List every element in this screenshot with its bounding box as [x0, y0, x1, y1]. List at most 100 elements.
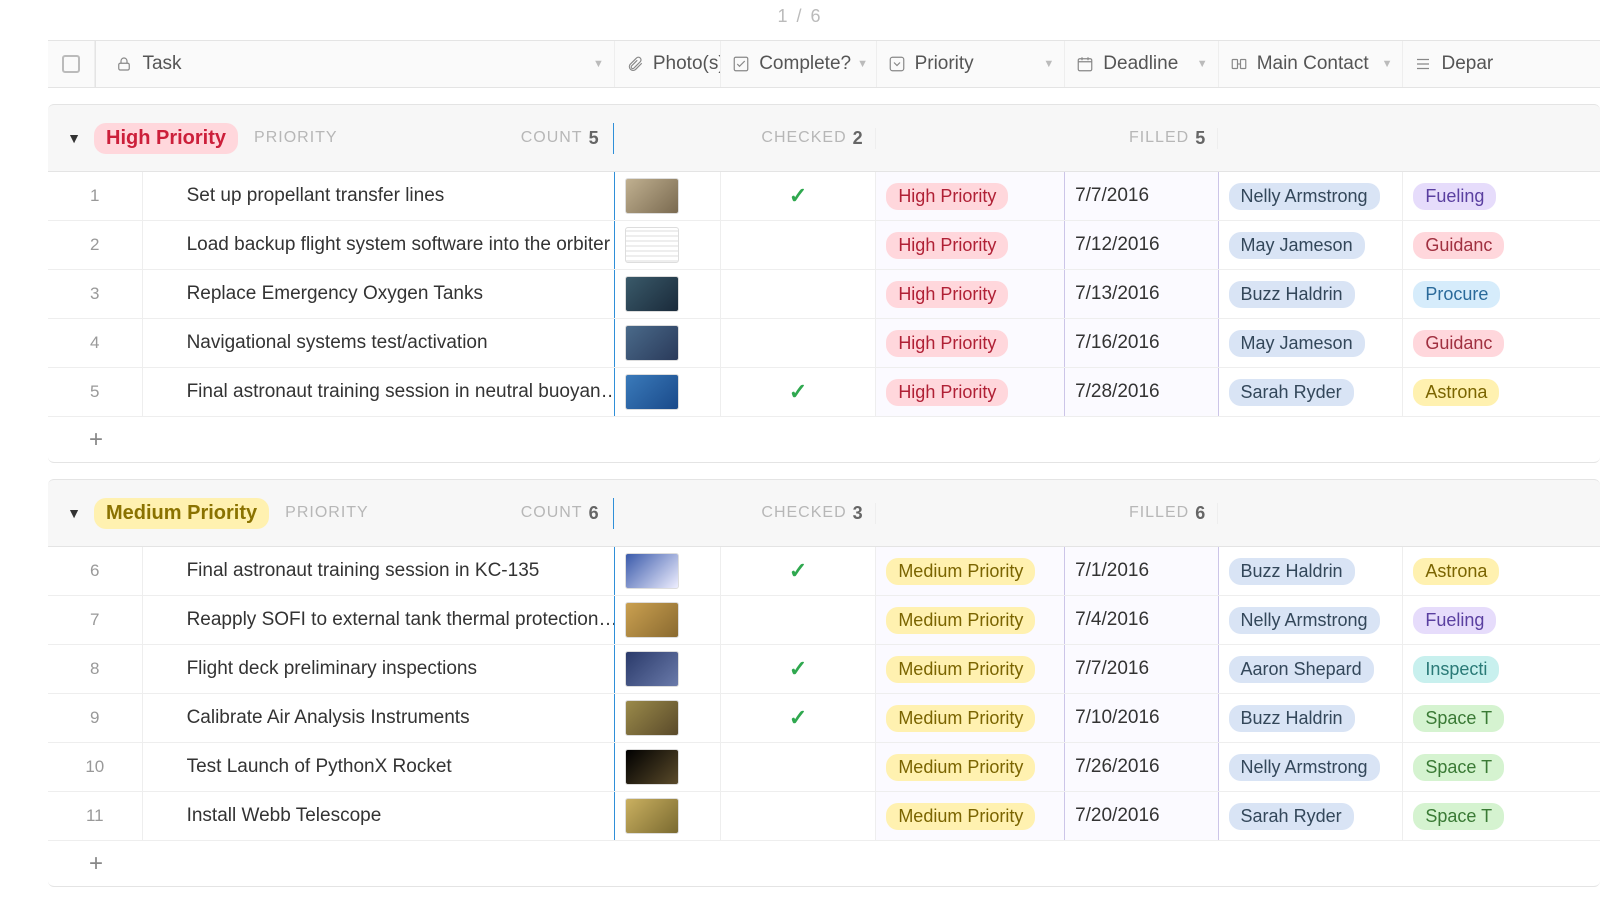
table-row[interactable]: 6Final astronaut training session in KC-…: [48, 547, 1600, 596]
complete-cell[interactable]: ✓: [721, 547, 876, 595]
complete-cell[interactable]: ✓: [721, 172, 876, 220]
group-toggle[interactable]: ▼: [54, 505, 94, 521]
contact-cell[interactable]: May Jameson: [1219, 319, 1404, 367]
deadline-cell[interactable]: 7/20/2016: [1065, 792, 1218, 840]
deadline-cell[interactable]: 7/4/2016: [1065, 596, 1218, 644]
complete-cell[interactable]: ✓: [721, 368, 876, 416]
add-row-button[interactable]: +: [48, 841, 1600, 887]
complete-cell[interactable]: [721, 596, 876, 644]
contact-cell[interactable]: Buzz Haldrin: [1219, 694, 1404, 742]
task-cell[interactable]: Flight deck preliminary inspections: [143, 645, 615, 693]
deadline-cell[interactable]: 7/13/2016: [1065, 270, 1218, 318]
header-priority[interactable]: Priority ▼: [877, 41, 1066, 87]
task-cell[interactable]: Set up propellant transfer lines: [143, 172, 615, 220]
complete-cell[interactable]: [721, 743, 876, 791]
priority-cell[interactable]: Medium Priority: [876, 645, 1065, 693]
priority-cell[interactable]: High Priority: [876, 221, 1065, 269]
department-cell[interactable]: Astrona: [1403, 547, 1600, 595]
priority-cell[interactable]: High Priority: [876, 368, 1065, 416]
table-row[interactable]: 2Load backup flight system software into…: [48, 221, 1600, 270]
complete-cell[interactable]: ✓: [721, 694, 876, 742]
department-cell[interactable]: Guidanc: [1403, 319, 1600, 367]
department-cell[interactable]: Guidanc: [1403, 221, 1600, 269]
deadline-cell[interactable]: 7/28/2016: [1065, 368, 1218, 416]
contact-cell[interactable]: May Jameson: [1219, 221, 1404, 269]
table-row[interactable]: 1Set up propellant transfer lines✓High P…: [48, 172, 1600, 221]
department-cell[interactable]: Procure: [1403, 270, 1600, 318]
group-toggle[interactable]: ▼: [54, 130, 94, 146]
photo-cell[interactable]: [615, 319, 721, 367]
priority-cell[interactable]: High Priority: [876, 319, 1065, 367]
table-row[interactable]: 9Calibrate Air Analysis Instruments✓Medi…: [48, 694, 1600, 743]
photo-cell[interactable]: [615, 694, 721, 742]
deadline-cell[interactable]: 7/12/2016: [1065, 221, 1218, 269]
deadline-cell[interactable]: 7/10/2016: [1065, 694, 1218, 742]
task-cell[interactable]: Final astronaut training session in neut…: [143, 368, 615, 416]
contact-cell[interactable]: Sarah Ryder: [1219, 368, 1404, 416]
table-row[interactable]: 11Install Webb TelescopeMedium Priority7…: [48, 792, 1600, 841]
department-cell[interactable]: Space T: [1403, 694, 1600, 742]
photo-cell[interactable]: [615, 368, 721, 416]
priority-cell[interactable]: Medium Priority: [876, 547, 1065, 595]
complete-cell[interactable]: [721, 792, 876, 840]
department-cell[interactable]: Astrona: [1403, 368, 1600, 416]
contact-cell[interactable]: Aaron Shepard: [1219, 645, 1404, 693]
complete-cell[interactable]: [721, 221, 876, 269]
contact-cell[interactable]: Nelly Armstrong: [1219, 172, 1404, 220]
photo-cell[interactable]: [615, 221, 721, 269]
contact-cell[interactable]: Buzz Haldrin: [1219, 547, 1404, 595]
task-cell[interactable]: Reapply SOFI to external tank thermal pr…: [143, 596, 615, 644]
add-row-button[interactable]: +: [48, 417, 1600, 463]
photo-cell[interactable]: [615, 172, 721, 220]
complete-cell[interactable]: ✓: [721, 645, 876, 693]
priority-cell[interactable]: Medium Priority: [876, 792, 1065, 840]
priority-cell[interactable]: Medium Priority: [876, 596, 1065, 644]
priority-cell[interactable]: High Priority: [876, 172, 1065, 220]
table-row[interactable]: 8Flight deck preliminary inspections✓Med…: [48, 645, 1600, 694]
header-department[interactable]: Depar: [1403, 41, 1600, 87]
deadline-cell[interactable]: 7/16/2016: [1065, 319, 1218, 367]
deadline-cell[interactable]: 7/7/2016: [1065, 645, 1218, 693]
contact-cell[interactable]: Buzz Haldrin: [1219, 270, 1404, 318]
deadline-cell[interactable]: 7/1/2016: [1065, 547, 1218, 595]
photo-cell[interactable]: [615, 547, 721, 595]
task-cell[interactable]: Final astronaut training session in KC-1…: [143, 547, 615, 595]
department-cell[interactable]: Fueling: [1403, 596, 1600, 644]
contact-cell[interactable]: Nelly Armstrong: [1219, 743, 1404, 791]
header-photo[interactable]: Photo(s) ▼: [615, 41, 721, 87]
contact-cell[interactable]: Sarah Ryder: [1219, 792, 1404, 840]
photo-cell[interactable]: [615, 743, 721, 791]
priority-cell[interactable]: High Priority: [876, 270, 1065, 318]
contact-cell[interactable]: Nelly Armstrong: [1219, 596, 1404, 644]
task-cell[interactable]: Load backup flight system software into …: [143, 221, 615, 269]
photo-cell[interactable]: [615, 792, 721, 840]
header-select-all[interactable]: [48, 41, 95, 87]
table-row[interactable]: 4Navigational systems test/activationHig…: [48, 319, 1600, 368]
complete-cell[interactable]: [721, 319, 876, 367]
priority-cell[interactable]: Medium Priority: [876, 694, 1065, 742]
table-row[interactable]: 3Replace Emergency Oxygen TanksHigh Prio…: [48, 270, 1600, 319]
task-cell[interactable]: Test Launch of PythonX Rocket: [143, 743, 615, 791]
header-task[interactable]: Task ▼: [96, 41, 614, 87]
deadline-cell[interactable]: 7/26/2016: [1065, 743, 1218, 791]
priority-cell[interactable]: Medium Priority: [876, 743, 1065, 791]
department-cell[interactable]: Inspecti: [1403, 645, 1600, 693]
photo-cell[interactable]: [615, 596, 721, 644]
header-complete[interactable]: Complete? ▼: [721, 41, 876, 87]
task-cell[interactable]: Navigational systems test/activation: [143, 319, 615, 367]
table-row[interactable]: 7Reapply SOFI to external tank thermal p…: [48, 596, 1600, 645]
deadline-cell[interactable]: 7/7/2016: [1065, 172, 1218, 220]
photo-cell[interactable]: [615, 270, 721, 318]
task-cell[interactable]: Calibrate Air Analysis Instruments: [143, 694, 615, 742]
photo-cell[interactable]: [615, 645, 721, 693]
task-cell[interactable]: Replace Emergency Oxygen Tanks: [143, 270, 615, 318]
complete-cell[interactable]: [721, 270, 876, 318]
task-cell[interactable]: Install Webb Telescope: [143, 792, 615, 840]
header-contact[interactable]: Main Contact ▼: [1219, 41, 1404, 87]
table-row[interactable]: 10Test Launch of PythonX RocketMedium Pr…: [48, 743, 1600, 792]
department-cell[interactable]: Space T: [1403, 743, 1600, 791]
table-row[interactable]: 5Final astronaut training session in neu…: [48, 368, 1600, 417]
department-cell[interactable]: Space T: [1403, 792, 1600, 840]
header-deadline[interactable]: Deadline ▼: [1065, 41, 1218, 87]
department-cell[interactable]: Fueling: [1403, 172, 1600, 220]
